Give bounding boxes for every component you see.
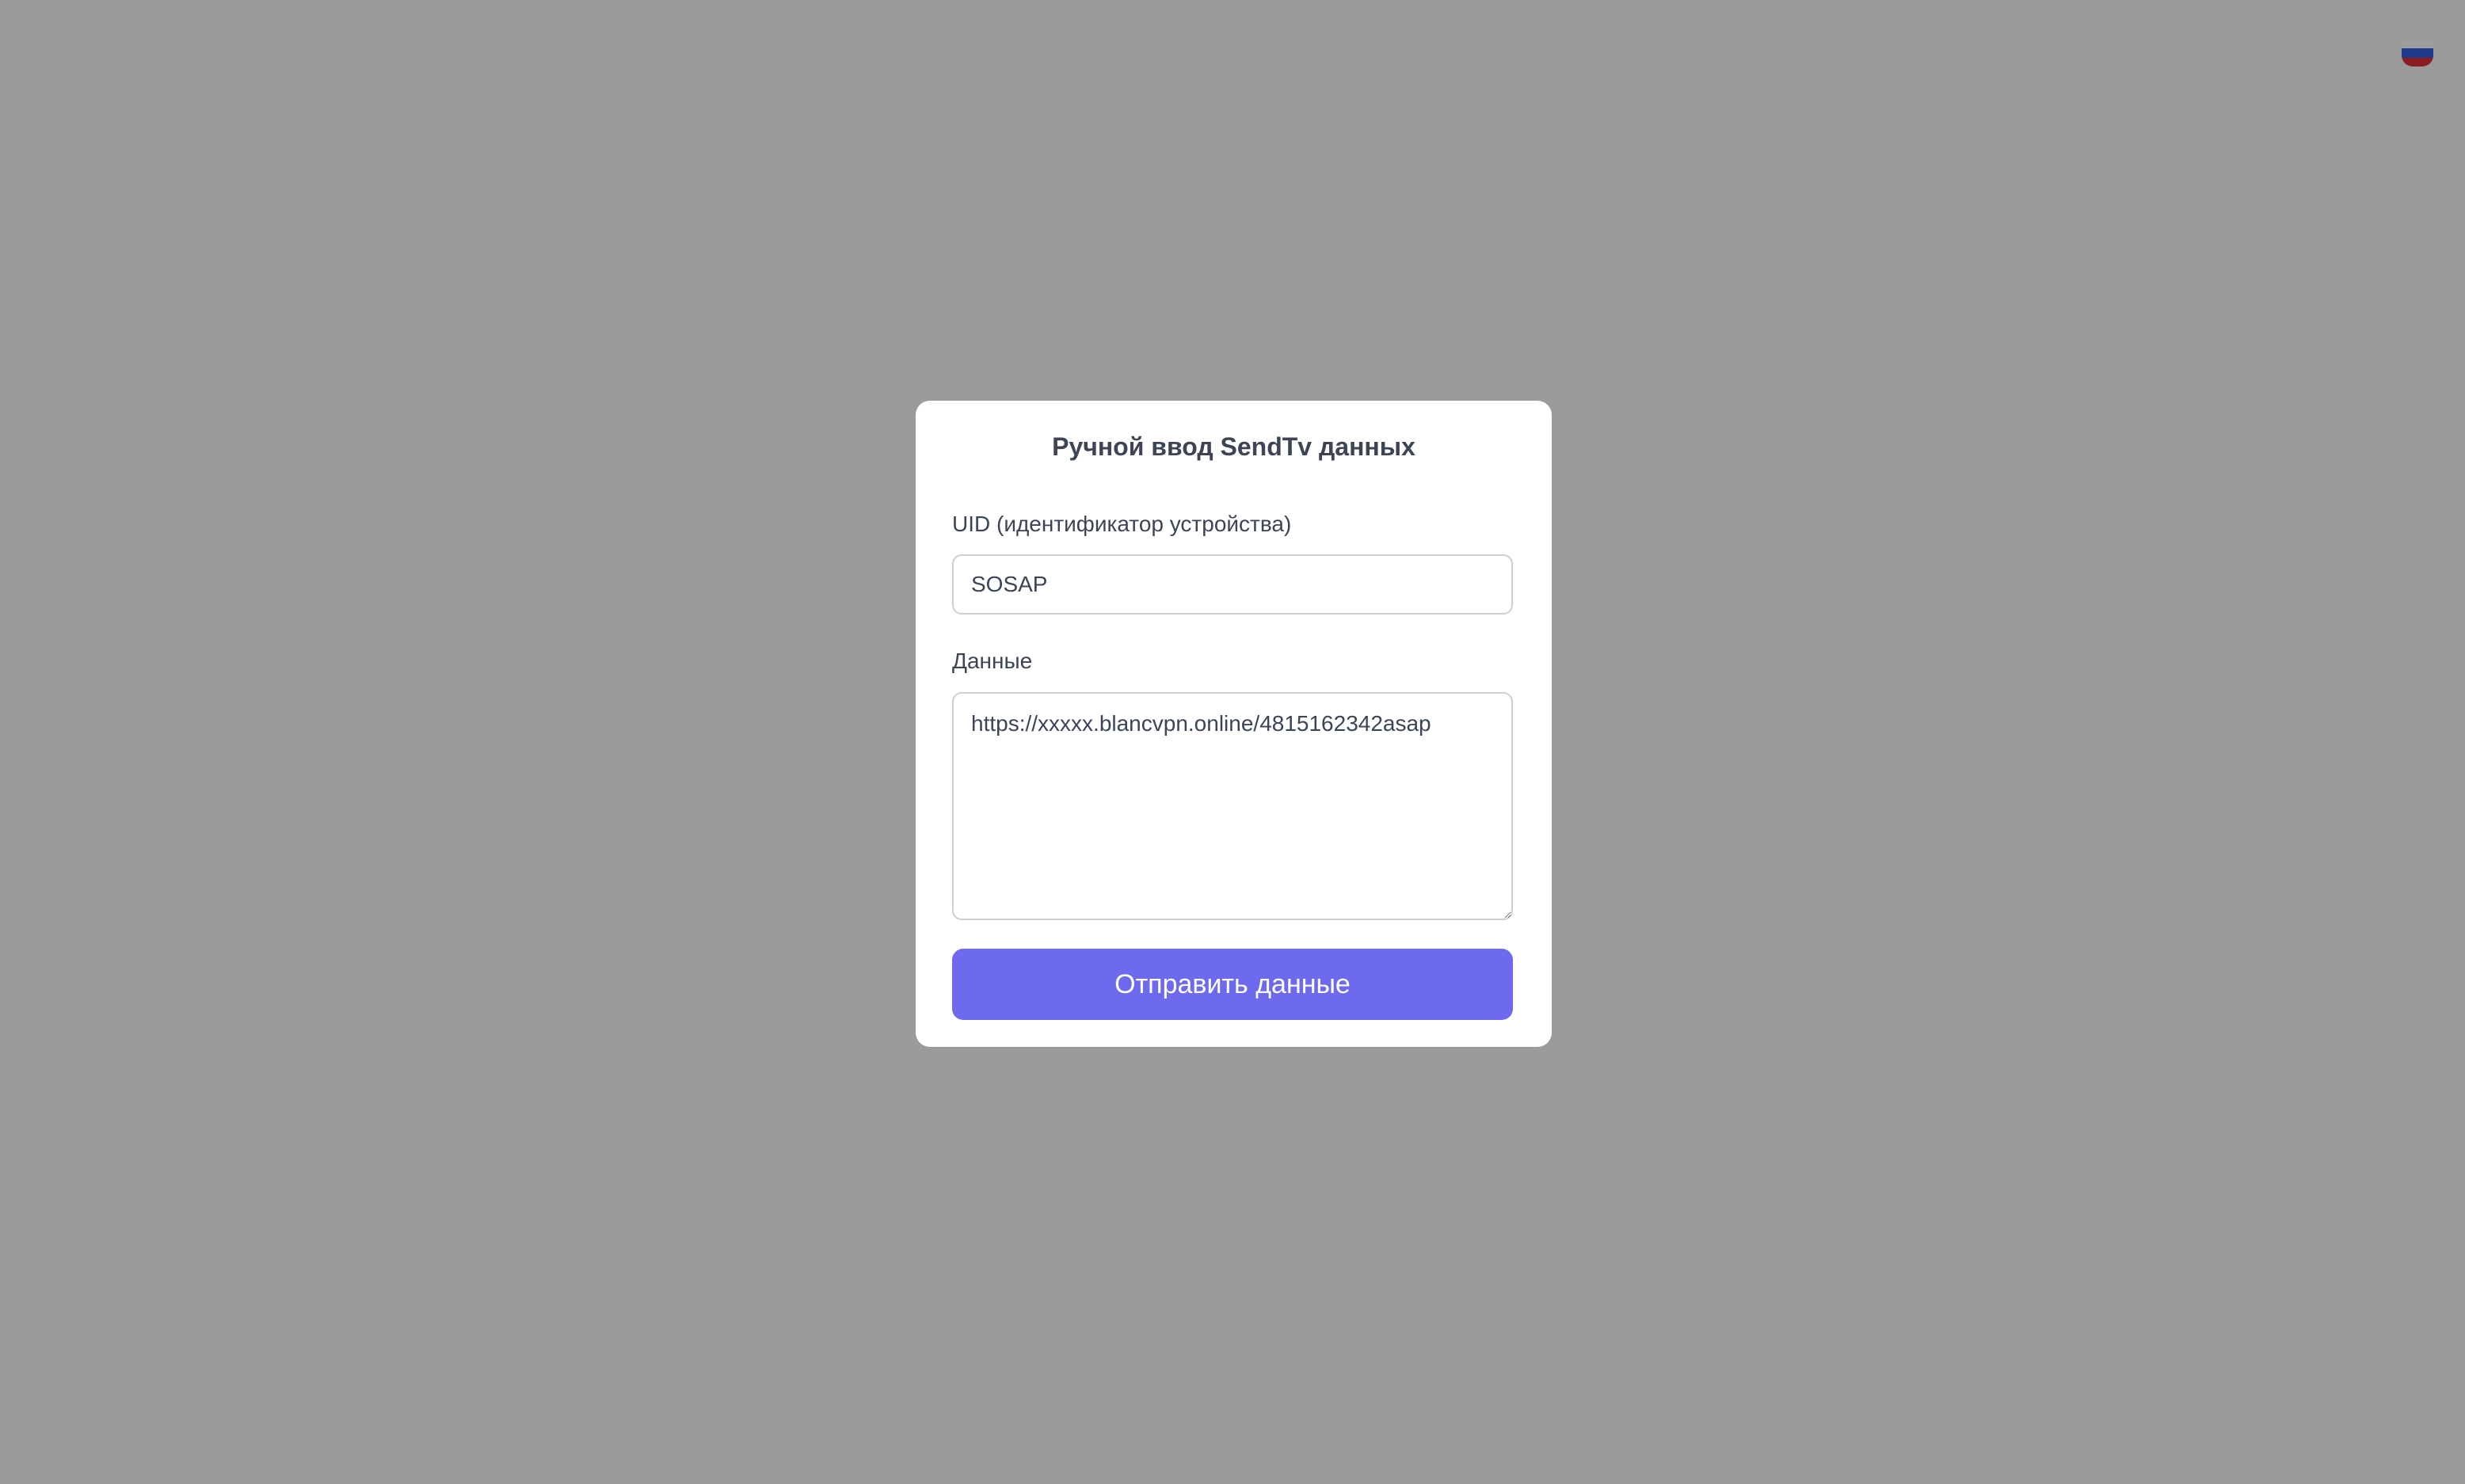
- manual-input-dialog: Ручной ввод SendTv данных UID (идентифик…: [916, 401, 1552, 1047]
- uid-input[interactable]: [952, 554, 1513, 615]
- russia-flag-icon[interactable]: [2402, 40, 2433, 67]
- uid-label: UID (идентификатор устройства): [952, 512, 1292, 536]
- dialog-title: Ручной ввод SendTv данных: [1052, 432, 1415, 461]
- submit-button[interactable]: Отправить данные: [952, 949, 1513, 1020]
- data-textarea[interactable]: https://xxxxx.blancvpn.online/4815162342…: [952, 692, 1513, 920]
- data-label: Данные: [952, 649, 1033, 673]
